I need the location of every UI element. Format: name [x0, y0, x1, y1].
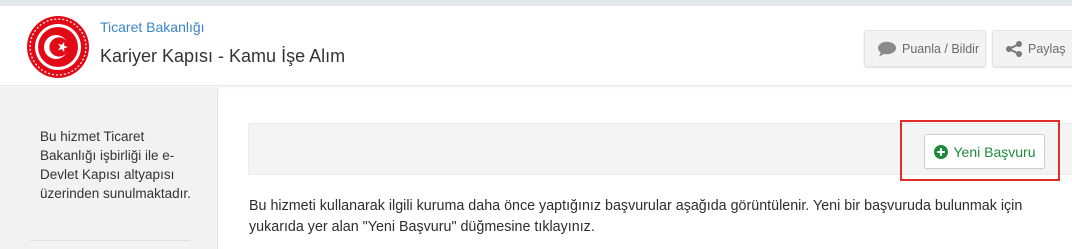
page-header: Ticaret Bakanlığı Kariyer Kapısı - Kamu … — [0, 6, 1072, 86]
new-application-button[interactable]: Yeni Başvuru — [924, 134, 1045, 169]
sidebar: Bu hizmet Ticaret Bakanlığı işbirliği il… — [0, 87, 218, 249]
sidebar-info-text: Bu hizmet Ticaret Bakanlığı işbirliği il… — [40, 129, 191, 201]
share-button[interactable]: Paylaş — [992, 30, 1072, 67]
description-text: Bu hizmeti kullanarak ilgili kuruma daha… — [249, 198, 1023, 235]
rate-report-label: Puanla / Bildir — [902, 41, 980, 56]
sidebar-divider — [30, 240, 190, 241]
share-icon — [1006, 40, 1022, 57]
share-label: Paylaş — [1028, 41, 1066, 56]
plus-circle-icon — [933, 144, 948, 159]
new-application-label: Yeni Başvuru — [953, 143, 1036, 160]
service-title: Kariyer Kapısı - Kamu İşe Alım — [100, 46, 346, 66]
speech-bubble-icon — [878, 41, 896, 56]
organization-name[interactable]: Ticaret Bakanlığı — [100, 19, 205, 35]
rate-report-button[interactable]: Puanla / Bildir — [864, 30, 986, 67]
ministry-logo-icon[interactable] — [26, 15, 90, 79]
